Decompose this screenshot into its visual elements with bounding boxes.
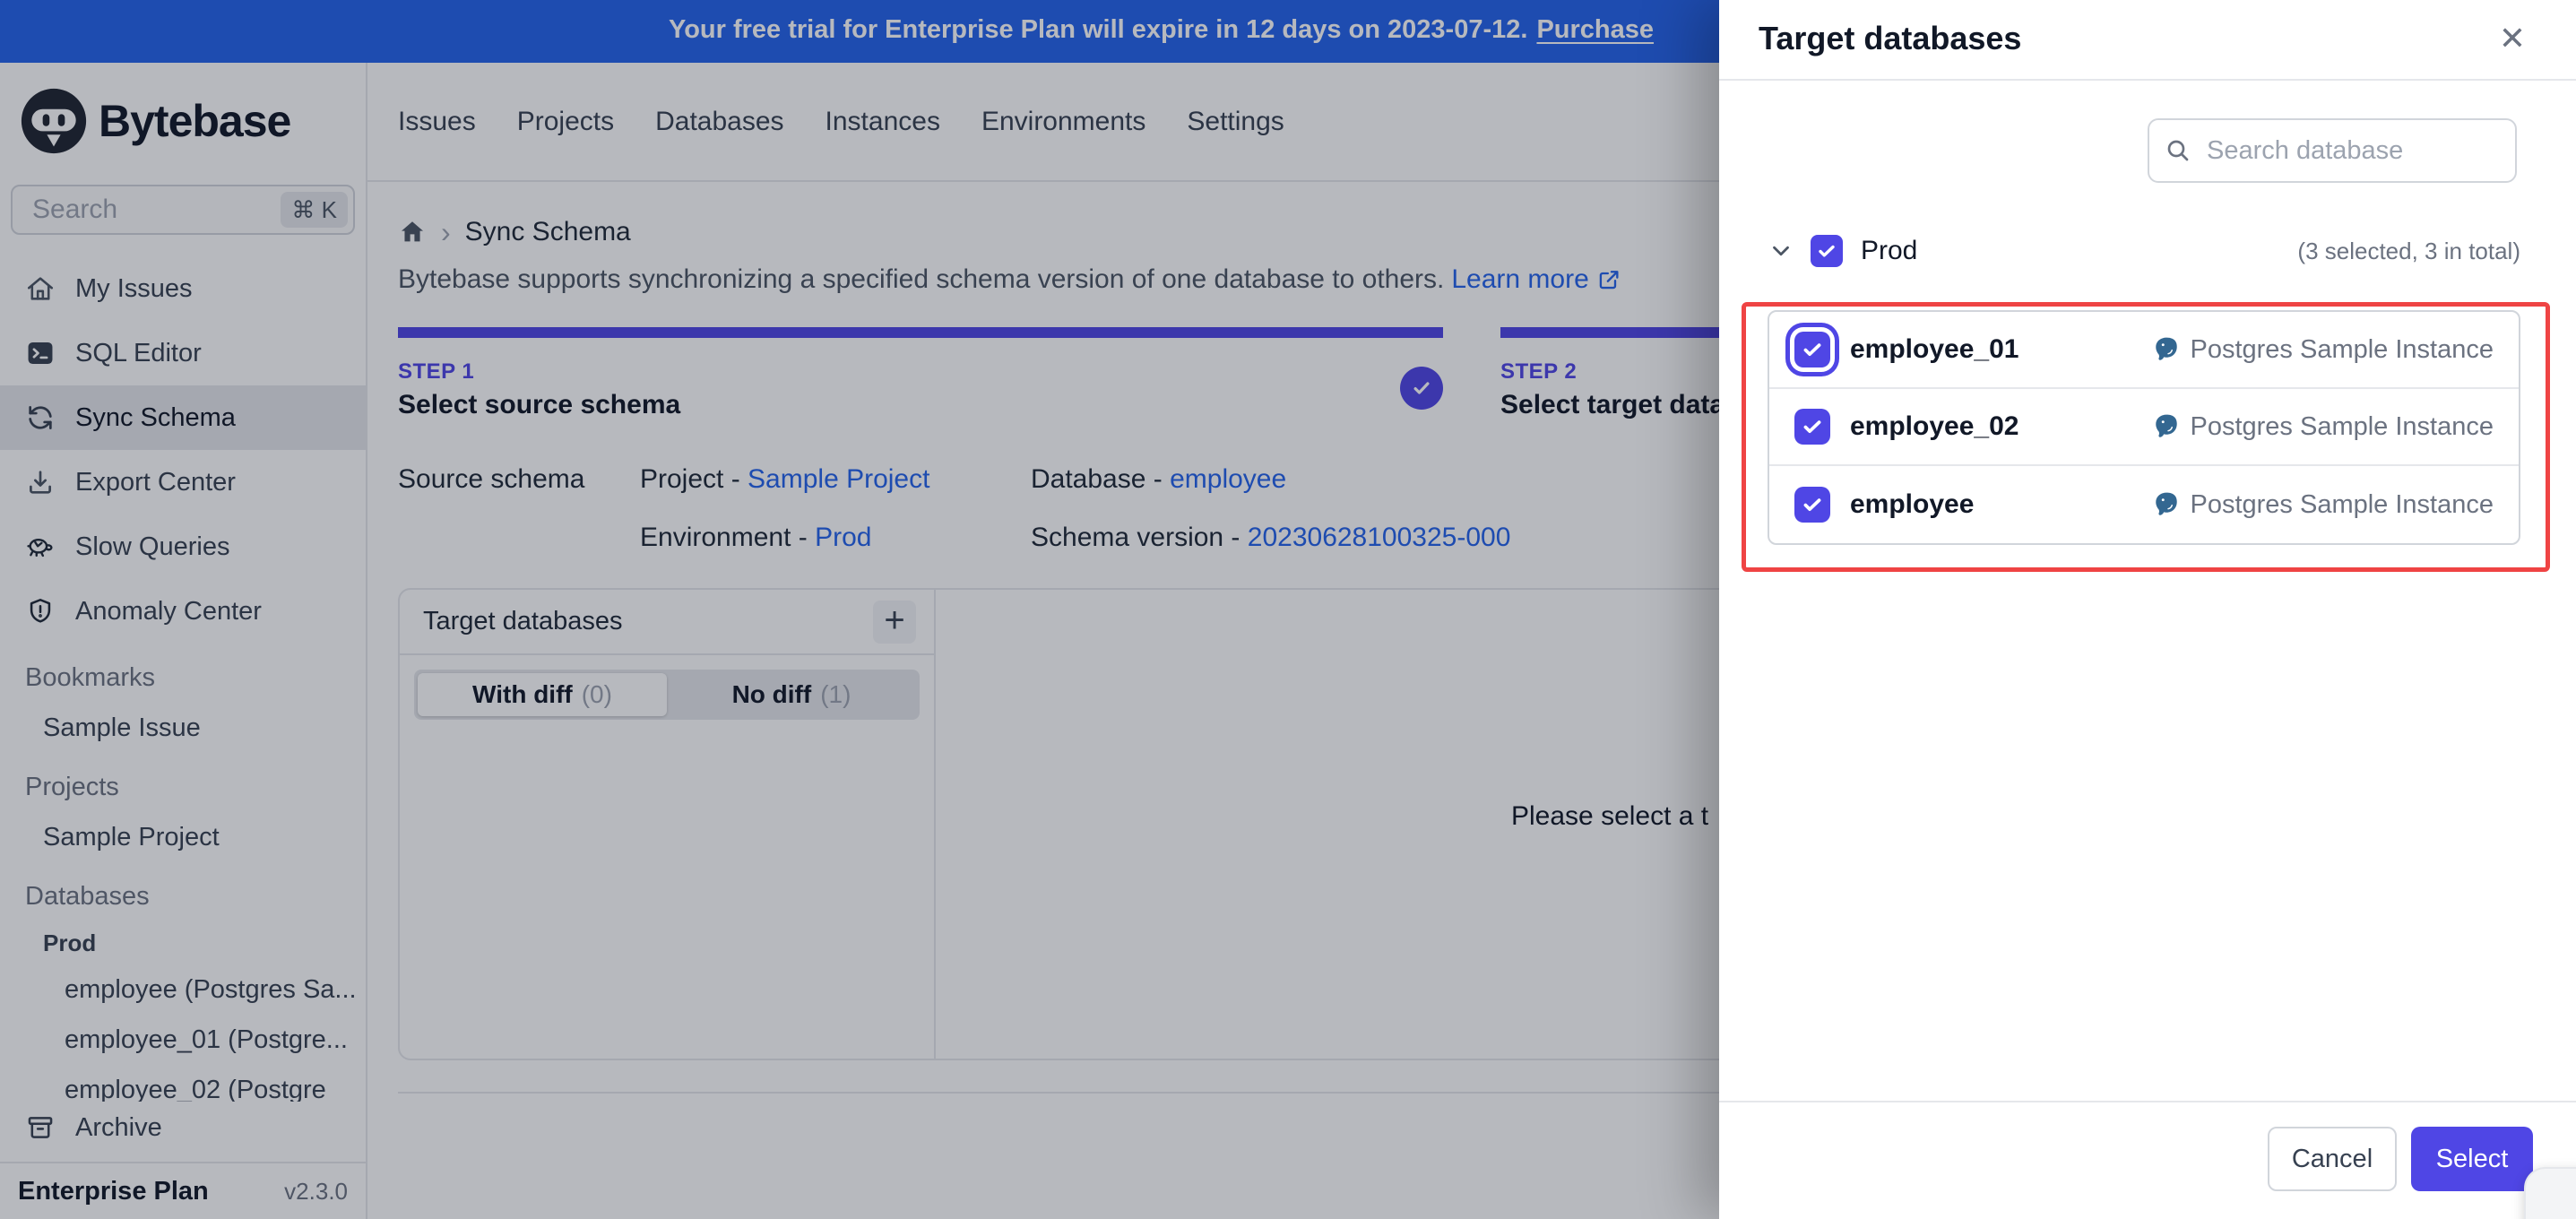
selection-summary: (3 selected, 3 in total) (2297, 237, 2520, 264)
modal-search (2148, 118, 2517, 183)
environment-group-row: Prod (3 selected, 3 in total) (1768, 226, 2520, 276)
row-checkbox[interactable] (1794, 409, 1830, 445)
instance-name: Postgres Sample Instance (2190, 411, 2494, 441)
database-row-employee-02[interactable]: employee_02 Postgres Sample Instance (1769, 389, 2519, 466)
group-name: Prod (1861, 236, 1918, 265)
database-name: employee_01 (1850, 334, 2019, 364)
search-icon (2164, 136, 2192, 165)
database-name: employee (1850, 489, 1975, 519)
instance-info: Postgres Sample Instance (2152, 412, 2494, 442)
target-databases-modal: Target databases ✕ Prod (3 selected, 3 i… (1719, 0, 2576, 1219)
modal-search-input[interactable] (2148, 118, 2517, 183)
row-checkbox[interactable] (1794, 487, 1830, 523)
database-select-list: employee_01 Postgres Sample Instance emp… (1768, 310, 2520, 545)
instance-info: Postgres Sample Instance (2152, 335, 2494, 365)
modal-title: Target databases (1759, 20, 2022, 56)
postgres-icon (2152, 490, 2181, 519)
postgres-icon (2152, 335, 2181, 364)
database-row-employee-01[interactable]: employee_01 Postgres Sample Instance (1769, 312, 2519, 389)
close-icon[interactable]: ✕ (2499, 20, 2526, 57)
select-button[interactable]: Select (2411, 1127, 2533, 1191)
modal-header-divider (1719, 79, 2576, 81)
row-checkbox[interactable] (1794, 332, 1830, 367)
instance-name: Postgres Sample Instance (2190, 489, 2494, 519)
chevron-down-icon[interactable] (1768, 238, 1794, 264)
group-checkbox[interactable] (1811, 235, 1843, 267)
cancel-button[interactable]: Cancel (2268, 1127, 2397, 1191)
instance-name: Postgres Sample Instance (2190, 334, 2494, 364)
database-name: employee_02 (1850, 411, 2019, 441)
database-row-employee[interactable]: employee Postgres Sample Instance (1769, 466, 2519, 543)
instance-info: Postgres Sample Instance (2152, 490, 2494, 520)
modal-footer-divider (1719, 1101, 2576, 1102)
postgres-icon (2152, 412, 2181, 441)
help-widget[interactable] (2524, 1167, 2576, 1219)
